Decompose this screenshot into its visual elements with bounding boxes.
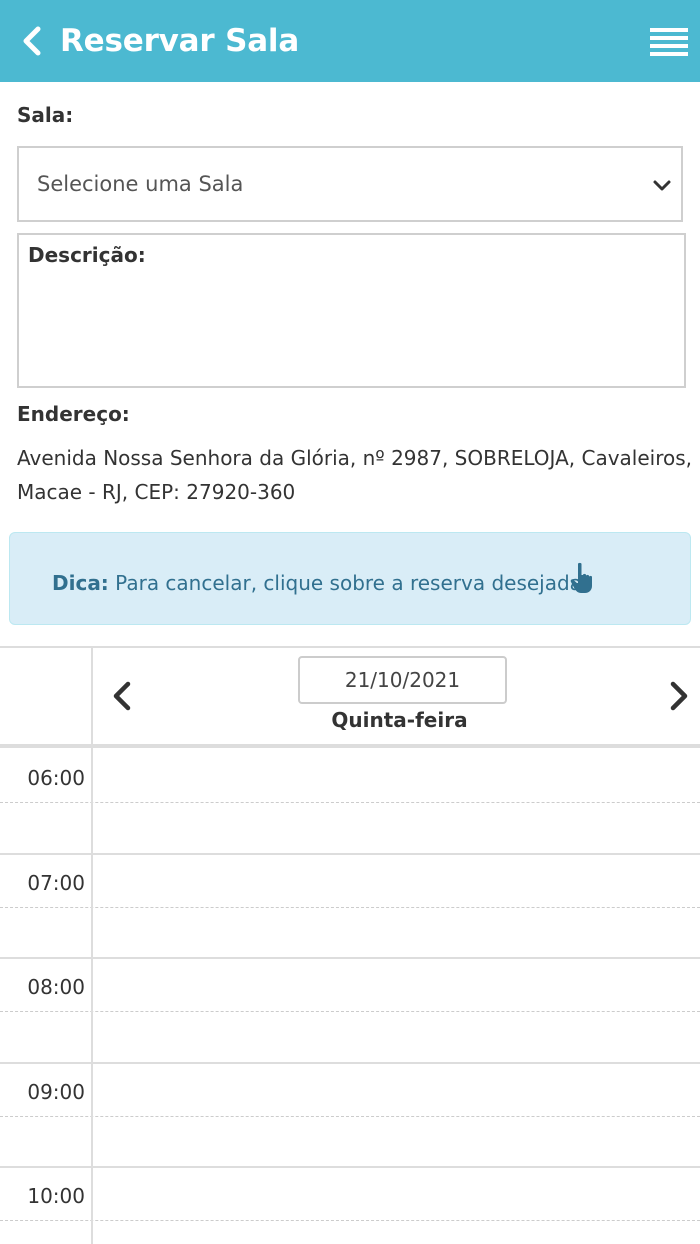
time-label: 09:00	[27, 1079, 85, 1104]
next-day-button[interactable]	[663, 676, 693, 716]
time-column-divider	[91, 648, 93, 1244]
address-label: Endereço:	[17, 402, 130, 426]
page-title: Reservar Sala	[60, 23, 300, 59]
room-select-value: Selecione uma Sala	[37, 172, 244, 196]
description-label: Descrição:	[28, 243, 146, 267]
chevron-left-icon	[23, 26, 41, 56]
tip-alert: Dica: Para cancelar, clique sobre a rese…	[9, 532, 691, 625]
time-slot-cell[interactable]	[93, 1064, 700, 1168]
room-label: Sala:	[17, 103, 74, 127]
address-text: Avenida Nossa Senhora da Glória, nº 2987…	[17, 446, 693, 504]
time-label: 08:00	[27, 975, 85, 999]
day-calendar: 21/10/2021 Quinta-feira 06:00 07:00 08:0…	[0, 646, 700, 1244]
app-header: Reservar Sala	[0, 0, 700, 82]
time-slot-cell[interactable]	[93, 750, 700, 854]
time-slot-cell[interactable]	[93, 855, 700, 959]
chevron-left-icon	[113, 681, 131, 711]
previous-day-button[interactable]	[108, 676, 138, 716]
time-label: 07:00	[27, 870, 85, 895]
menu-button[interactable]	[648, 26, 690, 60]
time-slot-row: 06:00	[0, 750, 700, 855]
date-input[interactable]: 21/10/2021	[298, 656, 507, 704]
room-select[interactable]: Selecione uma Sala	[17, 146, 683, 222]
time-slot-row: 07:00	[0, 855, 700, 959]
time-slot-row: 09:00	[0, 1064, 700, 1168]
time-slot-row: 08:00	[0, 959, 700, 1064]
time-label: 10:00	[27, 1184, 85, 1208]
time-slot-cell[interactable]	[93, 1168, 700, 1244]
time-slot-row: 10:00	[0, 1168, 700, 1244]
time-label: 06:00	[27, 766, 85, 790]
tip-bold: Dica:	[52, 571, 109, 595]
description-field[interactable]: Descrição:	[17, 233, 686, 388]
pointing-hand-icon	[570, 562, 592, 593]
tip-message: Para cancelar, clique sobre a reserva de…	[115, 571, 582, 595]
weekday-label: Quinta-feira	[331, 708, 468, 732]
calendar-header: 21/10/2021 Quinta-feira	[0, 648, 700, 748]
chevron-right-icon	[670, 681, 688, 711]
tip-text: Dica: Para cancelar, clique sobre a rese…	[52, 571, 582, 595]
chevron-down-icon	[653, 180, 671, 191]
time-slot-cell[interactable]	[93, 959, 700, 1063]
back-button[interactable]	[14, 22, 48, 60]
